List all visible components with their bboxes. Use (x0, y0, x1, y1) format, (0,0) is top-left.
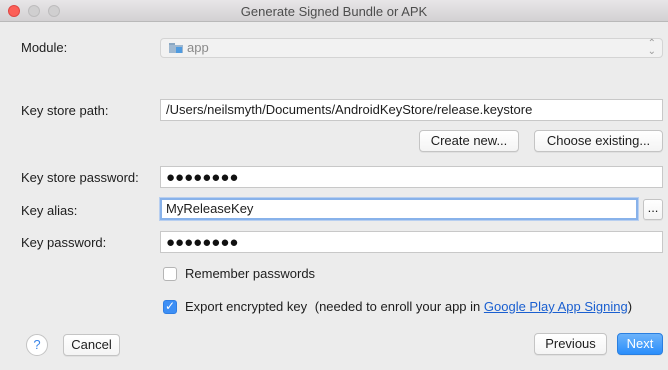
key-alias-browse-button[interactable]: ... (643, 199, 663, 220)
module-select[interactable]: app ⌃ ⌄ (160, 38, 663, 58)
key-password-input[interactable]: ●●●●●●●● (160, 231, 663, 253)
key-alias-label: Key alias: (21, 203, 78, 218)
export-encrypted-key-label: Export encrypted key (185, 299, 308, 314)
module-label: Module: (21, 40, 68, 55)
next-button[interactable]: Next (617, 333, 663, 355)
export-note: (needed to enroll your app in (314, 299, 481, 314)
keystore-password-mask: ●●●●●●●● (166, 169, 239, 186)
previous-button[interactable]: Previous (534, 333, 607, 355)
google-play-app-signing-link[interactable]: Google Play App Signing (484, 299, 628, 314)
choose-existing-button[interactable]: Choose existing... (534, 130, 663, 152)
export-encrypted-key-row: Export encrypted key (needed to enroll y… (185, 299, 632, 314)
window-title: Generate Signed Bundle or APK (240, 4, 428, 19)
title-bar: Generate Signed Bundle or APK (0, 0, 668, 22)
key-password-mask: ●●●●●●●● (166, 234, 239, 251)
create-new-button[interactable]: Create new... (419, 130, 519, 152)
keystore-password-input[interactable]: ●●●●●●●● (160, 166, 663, 188)
keystore-password-label: Key store password: (21, 170, 139, 185)
keystore-path-label: Key store path: (21, 103, 109, 118)
keystore-path-input[interactable]: /Users/neilsmyth/Documents/AndroidKeySto… (160, 99, 663, 121)
remember-passwords-checkbox[interactable] (163, 267, 177, 281)
select-arrows-icon: ⌃ ⌄ (647, 38, 656, 57)
export-encrypted-key-checkbox[interactable]: ✓ (163, 299, 177, 314)
export-note-suffix: ) (627, 299, 633, 314)
checkmark-icon: ✓ (165, 299, 176, 313)
help-button[interactable]: ? (26, 334, 48, 356)
folder-icon (169, 43, 183, 53)
cancel-button[interactable]: Cancel (63, 334, 120, 356)
module-value: app (187, 40, 209, 55)
key-password-label: Key password: (21, 235, 107, 250)
remember-passwords-label: Remember passwords (185, 266, 316, 281)
key-alias-input[interactable]: MyReleaseKey (160, 198, 638, 220)
